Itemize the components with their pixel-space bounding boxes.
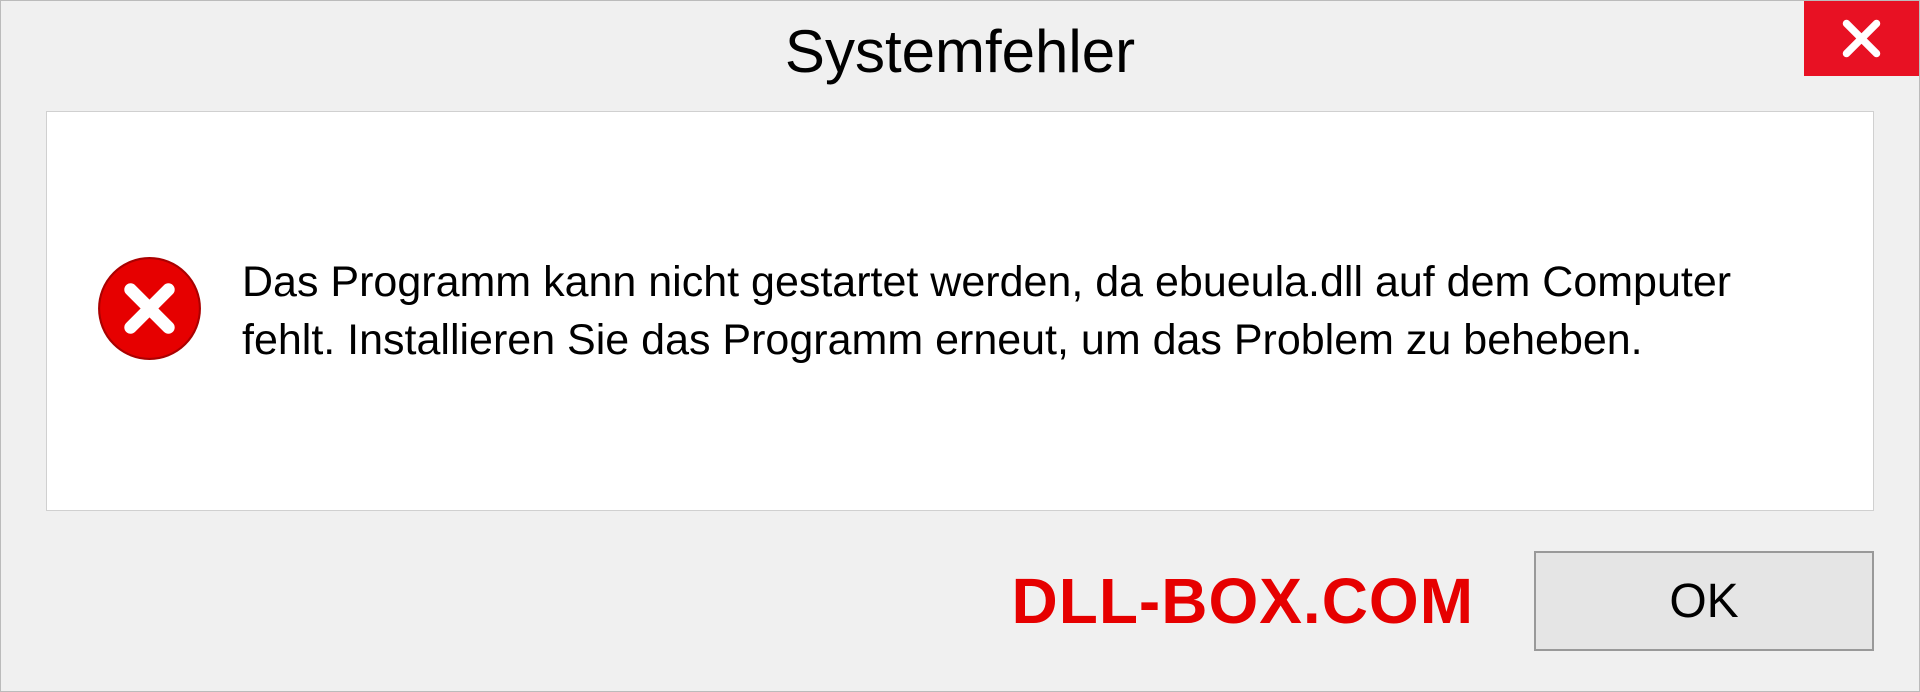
close-icon (1839, 16, 1884, 61)
dialog-title: Systemfehler (785, 17, 1135, 86)
error-message: Das Programm kann nicht gestartet werden… (242, 253, 1823, 369)
content-area: Das Programm kann nicht gestartet werden… (46, 111, 1874, 511)
titlebar: Systemfehler (1, 1, 1919, 101)
ok-button[interactable]: OK (1534, 551, 1874, 651)
error-icon (97, 256, 202, 366)
dialog-footer: DLL-BOX.COM OK (1, 531, 1919, 691)
close-button[interactable] (1804, 1, 1919, 76)
watermark-text: DLL-BOX.COM (1012, 564, 1475, 638)
error-dialog: Systemfehler Das Programm kann nicht ges… (0, 0, 1920, 692)
